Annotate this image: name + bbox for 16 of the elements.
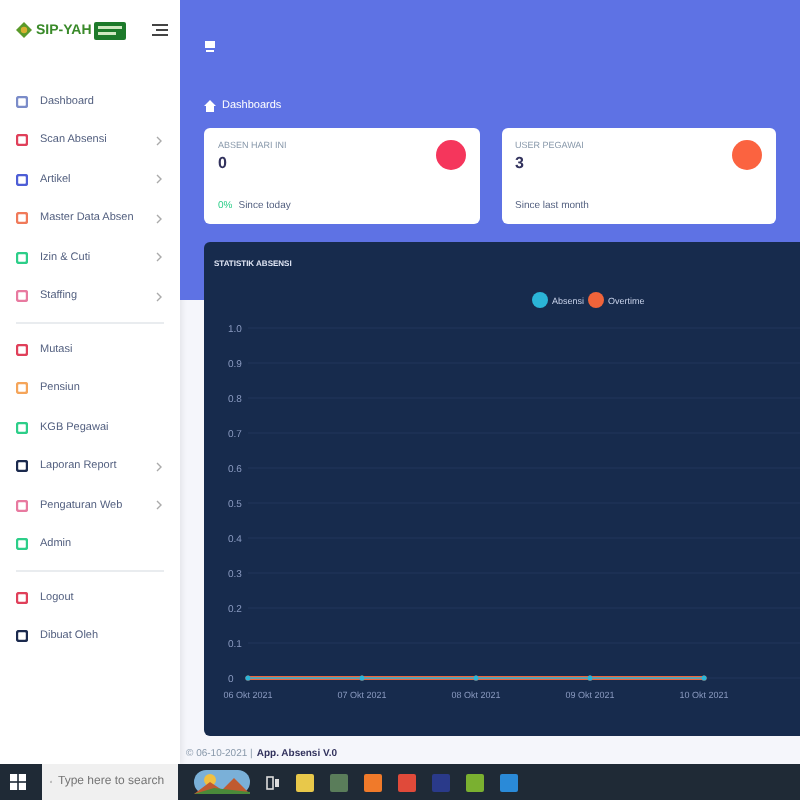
windows-start-icon[interactable] [10, 774, 26, 790]
home-icon[interactable] [204, 100, 216, 112]
chevron-icon [156, 252, 162, 263]
chevron-icon [156, 213, 162, 224]
chevron-icon [156, 291, 162, 302]
task-view-icon[interactable] [266, 775, 280, 789]
chevron-icon [156, 174, 162, 185]
chevron-icon [156, 500, 162, 511]
logo-badge-icon [93, 21, 126, 39]
chevron-icon [156, 135, 162, 146]
menu-icon[interactable] [152, 24, 168, 36]
chevron-icon [156, 461, 162, 472]
monitor-icon[interactable] [204, 40, 216, 52]
logo-icon [14, 20, 34, 40]
card-value: 3 [515, 154, 526, 172]
card-value: 0 [218, 154, 229, 172]
